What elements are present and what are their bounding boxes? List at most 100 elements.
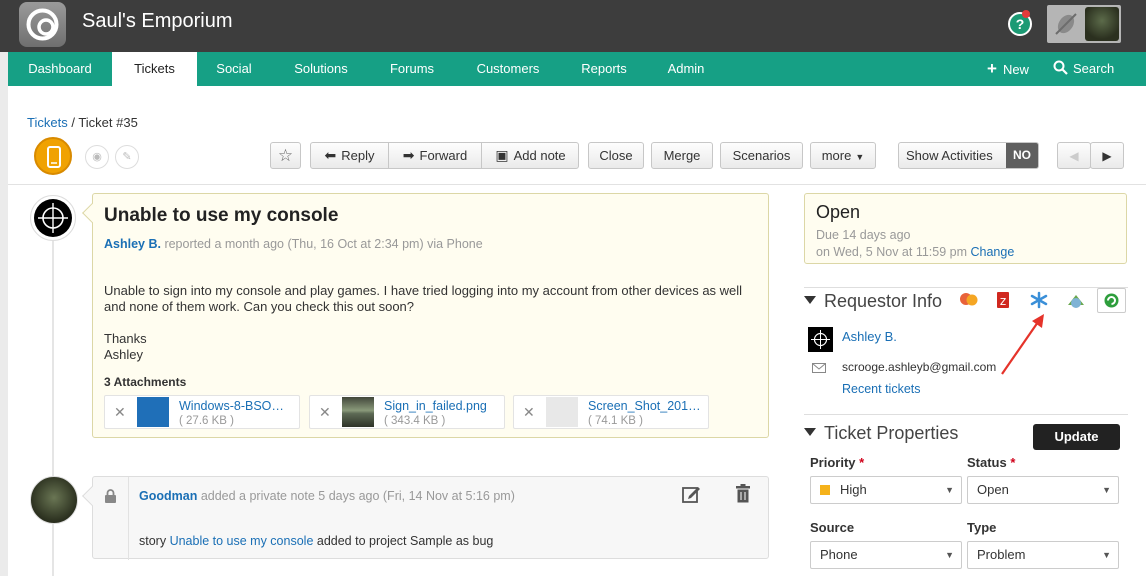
edit-icon[interactable] [682,485,702,503]
breadcrumb-tickets-link[interactable]: Tickets [27,115,68,130]
update-button[interactable]: Update [1033,424,1120,450]
attachment-thumbnail[interactable] [546,397,578,427]
lock-icon [105,489,116,503]
watch-icon[interactable]: ◉ [85,145,109,169]
ticket-body-paragraph: Unable to sign into my console and play … [104,283,743,314]
chevron-left-icon: ◀ [1069,149,1079,163]
due-date: on Wed, 5 Nov at 11:59 pm Change [816,245,1014,259]
reply-button-group: ⬅ Reply ➡ Forward ▣ Add note [310,142,579,169]
new-label: New [1002,62,1029,77]
priority-value: High [840,482,867,497]
note-story-link[interactable]: Unable to use my console [170,534,314,548]
remove-icon[interactable]: ✕ [114,404,126,421]
tab-tickets[interactable]: Tickets [112,52,197,86]
requester-avatar [30,195,76,241]
next-ticket-button[interactable]: ▶ [1090,142,1124,169]
status-select[interactable]: Open ▼ [967,476,1119,504]
reply-icon: ⬅ [324,147,337,163]
star-button[interactable]: ☆ [270,142,301,169]
show-activities-toggle[interactable]: Show Activities NO [898,142,1039,169]
status-value: Open [977,482,1009,497]
chevron-down-icon: ▼ [945,550,954,560]
zoho-app-icon[interactable]: z [992,291,1014,309]
active-app-tab[interactable] [1097,288,1126,313]
note-text-prefix: story [139,534,170,548]
cloud-app-icon[interactable] [1065,291,1087,309]
crosshair-icon [811,330,830,349]
close-button[interactable]: Close [588,142,644,169]
attachment-item: ✕ Sign_in_failed.png ( 343.4 KB ) [309,395,505,429]
note-author-link[interactable]: Goodman [139,489,197,503]
logo-icon[interactable] [19,2,66,47]
phone-source-icon [34,137,72,175]
forward-button[interactable]: ➡ Forward [389,143,481,168]
requestor-info-label: Requestor Info [824,291,943,311]
more-label: more [821,148,852,163]
add-note-button[interactable]: ▣ Add note [482,143,579,168]
collapse-caret-icon [804,296,816,304]
divider [804,414,1128,415]
requester-name-link[interactable]: Ashley B. [842,329,897,344]
profile-menu[interactable] [1047,5,1121,43]
required-mark: * [1010,455,1016,470]
attachment-size: ( 74.1 KB ) [588,415,643,427]
due-text: Due 14 days ago [816,228,911,242]
tab-solutions[interactable]: Solutions [271,52,371,86]
top-bar: Saul's Emporium ? [0,0,1146,52]
priority-label: Priority * [810,455,864,470]
trash-icon[interactable] [735,484,751,503]
previous-ticket-button[interactable]: ◀ [1057,142,1091,169]
ticket-properties-heading[interactable]: Ticket Properties [804,423,958,444]
attachment-name[interactable]: Screen_Shot_201… [588,399,701,413]
reply-button[interactable]: ⬅ Reply [311,143,388,168]
tab-reports[interactable]: Reports [563,52,645,86]
type-select[interactable]: Problem ▼ [967,541,1119,569]
chevron-down-icon: ▼ [1102,550,1111,560]
jira-app-icon[interactable] [1028,291,1050,309]
attachment-item: ✕ Screen_Shot_201… ( 74.1 KB ) [513,395,709,429]
reply-label: Reply [341,148,375,163]
breadcrumb-current: Ticket #35 [78,115,138,130]
tab-customers[interactable]: Customers [453,52,563,86]
attachment-size: ( 27.6 KB ) [179,415,234,427]
crosshair-icon [38,203,68,233]
requestor-info-heading[interactable]: Requestor Info [804,291,942,312]
chevron-down-icon: ▼ [945,485,954,495]
divider [8,184,1146,185]
change-due-link[interactable]: Change [971,245,1015,259]
requester-link[interactable]: Ashley B. [104,237,161,251]
tab-forums[interactable]: Forums [371,52,453,86]
chat-app-icon[interactable] [958,291,980,309]
search-label: Search [1073,61,1115,76]
attachment-thumbnail[interactable] [137,397,169,427]
more-button[interactable]: more ▼ [810,142,876,169]
breadcrumb-separator: / [67,115,79,130]
ticket-body-signature: Ashley [104,347,144,362]
pencil-icon[interactable]: ✎ [115,145,139,169]
plus-icon: + [987,59,997,78]
source-select[interactable]: Phone ▼ [810,541,962,569]
search-button[interactable]: Search [1053,52,1114,86]
merge-button[interactable]: Merge [651,142,713,169]
tab-social[interactable]: Social [197,52,271,86]
requester-email: scrooge.ashleyb@gmail.com [842,360,997,374]
priority-select[interactable]: High ▼ [810,476,962,504]
tab-dashboard[interactable]: Dashboard [8,52,112,86]
scenarios-button[interactable]: Scenarios [720,142,803,169]
forward-label: Forward [419,148,468,163]
tab-admin[interactable]: Admin [645,52,727,86]
forward-icon: ➡ [402,147,415,163]
recent-tickets-link[interactable]: Recent tickets [842,382,921,396]
attachment-name[interactable]: Windows-8-BSO… [179,399,284,413]
ticket-body-thanks: Thanks [104,331,147,346]
attachment-name[interactable]: Sign_in_failed.png [384,399,487,413]
private-note: Goodman added a private note 5 days ago … [82,476,769,560]
remove-icon[interactable]: ✕ [319,404,331,421]
ticket-meta: Ashley B. reported a month ago (Thu, 16 … [104,237,483,251]
remove-icon[interactable]: ✕ [523,404,535,421]
leaf-icon [1055,13,1077,35]
due-date-text: on Wed, 5 Nov at 11:59 pm [816,245,971,259]
ticket-description: Unable to use my console Ashley B. repor… [82,193,769,438]
attachment-thumbnail[interactable] [342,397,374,427]
new-button[interactable]: + New [987,52,1029,86]
